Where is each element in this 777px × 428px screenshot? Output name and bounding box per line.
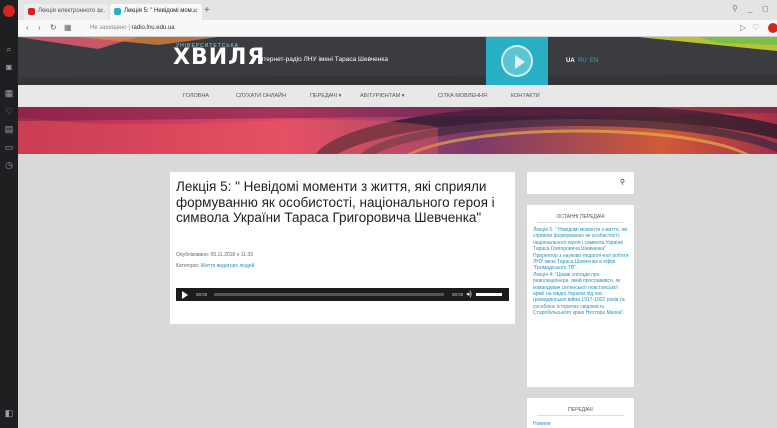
search-icon[interactable]: ⌕ (4, 44, 14, 54)
url-field[interactable]: Не захищено | radio.lnu.edu.ua (86, 22, 686, 35)
main-nav: ГОЛОВНА СЛУХАТИ ОНЛАЙН ПЕРЕДАЧІ ▾ АБІТУР… (18, 85, 777, 107)
nav-listen-online[interactable]: СЛУХАТИ ОНЛАЙН (236, 93, 286, 99)
camera-icon[interactable]: ◙ (4, 62, 14, 72)
tab-favicon-icon (28, 8, 35, 15)
tab-label: Лекція електронного з… (38, 8, 106, 14)
lang-ru[interactable]: RU (578, 58, 587, 64)
volume-icon[interactable]: ◂) (466, 290, 472, 298)
shows-link-news[interactable]: Новини (533, 421, 550, 427)
recent-shows-widget: ОСТАННІ ПЕРЕДАЧІ Лекція 5: " Невідомі мо… (527, 205, 634, 387)
divider (537, 222, 624, 223)
opera-logo-icon[interactable] (3, 5, 15, 17)
nav-applicants[interactable]: АБІТУРІЄНТАМ ▾ (360, 93, 405, 99)
security-label[interactable]: Не захищено (90, 25, 127, 31)
new-tab-button[interactable]: + (204, 5, 210, 16)
back-icon[interactable]: ‹ (26, 23, 29, 32)
close-icon[interactable]: ✕ (98, 7, 104, 15)
history-icon[interactable]: ▤ (4, 124, 14, 134)
recent-show-link[interactable]: Лекція 5: " Невідомі моменти з життя, як… (533, 227, 629, 253)
search-icon[interactable]: ⚲ (620, 178, 625, 186)
tab-bar: Лекція електронного з… ✕ Лекція 5: " Нев… (18, 0, 777, 20)
heart-icon[interactable]: ♡ (4, 106, 14, 116)
tab-lecture[interactable]: Лекція електронного з… ✕ (24, 4, 108, 20)
address-bar: ‹ › ↻ ▦ Не захищено | radio.lnu.edu.ua ▷… (18, 20, 777, 37)
hero-banner (18, 107, 777, 154)
flow-icon[interactable]: ▷ (740, 23, 746, 32)
tab-favicon-icon (114, 8, 121, 15)
recent-shows-list: Лекція 5: " Невідомі моменти з життя, як… (533, 227, 629, 317)
progress-bar[interactable] (214, 293, 444, 296)
current-time: 00:00 (196, 292, 208, 297)
recent-show-link[interactable]: Проректор з науково-педагогічної роботи … (533, 253, 629, 272)
category-link[interactable]: Життя видатних людей (200, 263, 254, 269)
nav-home[interactable]: ГОЛОВНА (183, 93, 209, 99)
recent-shows-title: ОСТАННІ ПЕРЕДАЧІ (556, 214, 605, 220)
live-play-button[interactable] (486, 37, 548, 85)
nav-contacts[interactable]: КОНТАКТИ (511, 93, 540, 99)
filter-icon[interactable]: ⚲ (732, 4, 738, 13)
article-title: Лекція 5: " Невідомі моменти з життя, як… (176, 179, 495, 225)
duration: 00:00 (452, 292, 464, 297)
browser-side-panel: ⌕ ◙ ▦ ♡ ▤ ▭ ◷ ◧ (0, 0, 18, 428)
category-label: Категорія: (176, 263, 200, 269)
article-card: Лекція 5: " Невідомі моменти з життя, як… (170, 172, 515, 324)
article-published: Опубліковано: 05.11.2018 о 11:33 (176, 252, 253, 258)
nav-programs[interactable]: ПЕРЕДАЧІ ▾ (310, 93, 341, 99)
lang-ua[interactable]: UA (566, 58, 575, 64)
shows-widget: ПЕРЕДАЧІ Новини (527, 398, 634, 428)
play-icon[interactable] (182, 291, 188, 299)
lang-en[interactable]: EN (590, 58, 598, 64)
article-category: Категорія: Життя видатних людей (176, 263, 254, 269)
speed-dial-icon[interactable]: ▦ (4, 88, 14, 98)
volume-slider[interactable] (476, 293, 502, 296)
site-header: УНІВЕРСИТЕТСЬКА ХВИЛЯ Інтернет-радіо ЛНУ… (18, 37, 777, 85)
search-widget[interactable]: ⚲ (527, 172, 634, 194)
header-decoration (18, 37, 777, 85)
audio-player: 00:00 00:00 ◂) (176, 288, 509, 301)
nav-schedule[interactable]: СІТКА МОВЛЕННЯ (438, 93, 487, 99)
url-text: radio.lnu.edu.ua (131, 25, 175, 31)
heart-icon[interactable]: ♡ (752, 23, 759, 32)
messenger-icon[interactable]: ▭ (4, 142, 14, 152)
divider (537, 415, 624, 416)
tab-lecture-5[interactable]: Лекція 5: " Невідомі мом… ✕ (110, 4, 202, 20)
minimize-icon[interactable]: _ (748, 4, 752, 13)
site-logo[interactable]: ХВИЛЯ (173, 46, 265, 70)
maximize-icon[interactable]: ◻ (762, 4, 769, 13)
forward-icon[interactable]: › (38, 23, 41, 32)
clock-icon[interactable]: ◷ (4, 160, 14, 170)
recent-show-link[interactable]: Лекція 4: "Цікаві спогади про революціон… (533, 272, 629, 317)
reload-icon[interactable]: ↻ (50, 23, 57, 32)
shows-title: ПЕРЕДАЧІ (568, 407, 593, 413)
vinyl-banner-image (18, 107, 777, 154)
tab-label: Лекція 5: " Невідомі мом… (124, 8, 198, 14)
play-icon (501, 45, 533, 77)
adblock-icon[interactable] (768, 23, 777, 33)
sidebar-toggle-icon[interactable]: ◧ (4, 408, 14, 418)
site-tagline: Інтернет-радіо ЛНУ імені Тараса Шевченка (258, 56, 388, 63)
speed-dial-icon[interactable]: ▦ (64, 23, 72, 32)
close-icon[interactable]: ✕ (192, 7, 198, 15)
